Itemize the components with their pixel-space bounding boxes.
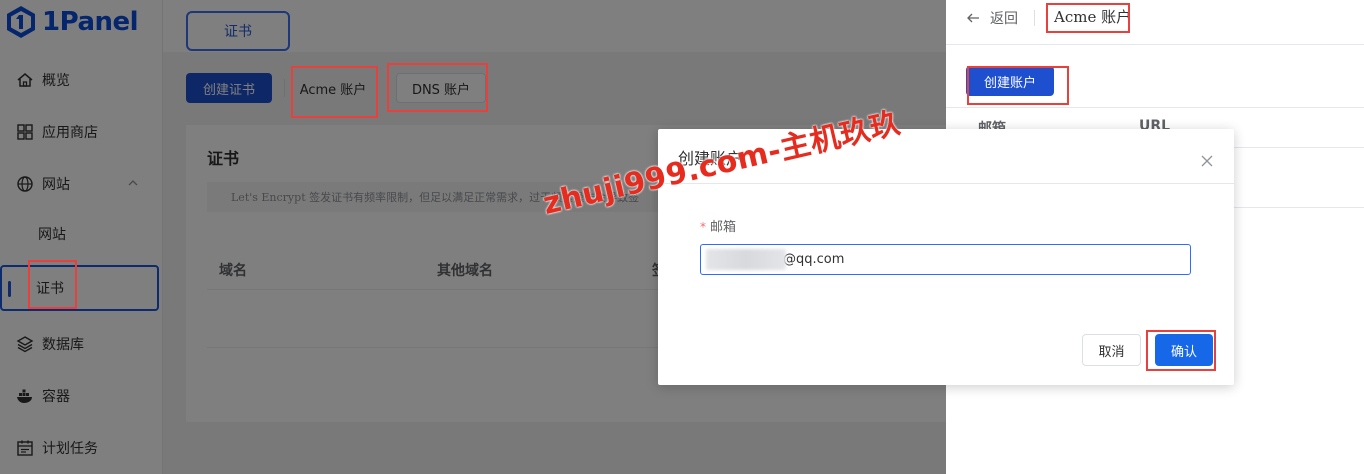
annotation-box-acme — [291, 66, 378, 118]
email-field-label: * 邮箱 — [700, 216, 736, 235]
email-label-text: 邮箱 — [710, 220, 737, 235]
drawer-separator — [1034, 10, 1035, 26]
redacted-email-prefix — [706, 249, 786, 270]
drawer-table-divider — [946, 107, 1364, 108]
cancel-button[interactable]: 取消 — [1082, 334, 1141, 366]
annotation-box-create-account — [967, 66, 1069, 105]
required-asterisk: * — [700, 220, 706, 234]
annotation-box-confirm — [1146, 330, 1216, 371]
arrow-left-icon — [967, 13, 979, 23]
close-icon[interactable] — [1200, 154, 1214, 168]
dialog-divider — [658, 183, 1234, 184]
drawer-divider — [946, 44, 1364, 45]
annotation-box-certificates — [28, 260, 77, 309]
annotation-box-dns — [387, 63, 488, 112]
back-button[interactable]: 返回 — [966, 8, 1018, 28]
annotation-box-drawer-title — [1046, 3, 1130, 33]
back-label: 返回 — [990, 11, 1018, 27]
